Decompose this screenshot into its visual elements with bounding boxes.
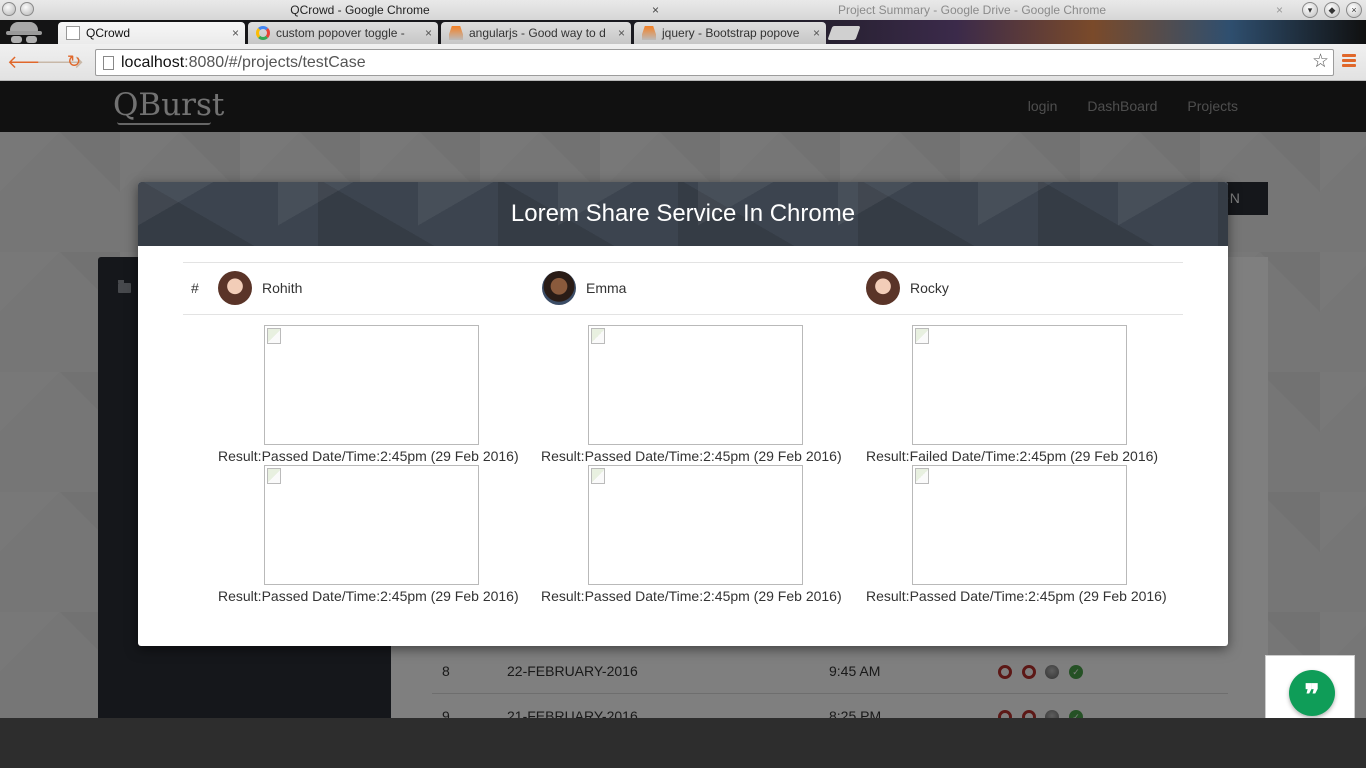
user-name: Rocky xyxy=(910,280,949,296)
user-name: Emma xyxy=(586,280,627,296)
page-icon xyxy=(66,26,80,40)
female-avatar xyxy=(218,271,252,305)
tab-label: custom popover toggle - xyxy=(276,26,405,40)
modal-title: Lorem Share Service In Chrome xyxy=(510,200,856,227)
tab-label: QCrowd xyxy=(86,26,131,40)
page-icon xyxy=(103,56,114,70)
window-app-buttons xyxy=(0,2,34,16)
maximize-icon[interactable]: ◆ xyxy=(1324,2,1340,18)
female-avatar xyxy=(866,271,900,305)
url-text[interactable]: localhost:8080/#/projects/testCase xyxy=(121,50,366,75)
screenshot-image[interactable] xyxy=(264,465,479,585)
google-icon xyxy=(256,26,270,40)
broken-image-icon xyxy=(267,468,281,484)
tab-label: jquery - Bootstrap popove xyxy=(662,26,800,40)
result-caption: Result:Passed Date/Time:2:45pm (29 Feb 2… xyxy=(218,448,519,464)
result-caption: Result:Failed Date/Time:2:45pm (29 Feb 2… xyxy=(866,448,1159,464)
new-tab-button[interactable] xyxy=(827,26,861,40)
reload-icon[interactable]: ↻ xyxy=(64,53,84,73)
incognito-icon xyxy=(6,22,42,44)
bookmark-star-icon[interactable]: ☆ xyxy=(1312,51,1329,73)
window-titlebar: QCrowd - Google Chrome × Project Summary… xyxy=(0,0,1366,20)
result-caption: Result:Passed Date/Time:2:45pm (29 Feb 2… xyxy=(541,588,842,604)
forward-arrow-icon[interactable]: 🡒 xyxy=(36,53,84,73)
user-name: Rohith xyxy=(262,280,303,296)
tab-close-icon[interactable]: × xyxy=(618,22,625,44)
stackoverflow-icon xyxy=(449,26,463,40)
url-path: :8080/#/projects/testCase xyxy=(184,54,366,71)
tab-qcrowd[interactable]: QCrowd × xyxy=(58,22,245,44)
url-host: localhost xyxy=(121,54,185,71)
hangouts-quote-icon[interactable]: ❞ xyxy=(1289,670,1335,716)
tab-label: angularjs - Good way to d xyxy=(469,26,606,40)
chrome-menu-icon[interactable] xyxy=(1342,54,1358,70)
broken-image-icon xyxy=(915,468,929,484)
window-controls: ▾ ◆ × xyxy=(1302,2,1362,18)
result-caption: Result:Passed Date/Time:2:45pm (29 Feb 2… xyxy=(218,588,519,604)
broken-image-icon xyxy=(915,328,929,344)
chrome-app-icon[interactable] xyxy=(2,2,16,16)
close-window-icon[interactable]: × xyxy=(1346,2,1362,18)
tab-angularjs[interactable]: angularjs - Good way to d × xyxy=(441,22,631,44)
screenshot-image[interactable] xyxy=(588,465,803,585)
screenshot-image[interactable] xyxy=(588,325,803,445)
male-avatar xyxy=(542,271,576,305)
screenshot-image[interactable] xyxy=(912,325,1127,445)
screenshot-image[interactable] xyxy=(264,325,479,445)
broken-image-icon xyxy=(267,328,281,344)
stackoverflow-icon xyxy=(642,26,656,40)
share-service-modal: Lorem Share Service In Chrome # Rohith E… xyxy=(138,182,1228,646)
active-window-close-icon[interactable]: × xyxy=(652,0,659,20)
back-arrow-icon[interactable]: 🡐 xyxy=(7,53,55,73)
broken-image-icon xyxy=(591,468,605,484)
other-window-title: Project Summary - Google Drive - Google … xyxy=(837,3,1107,17)
modal-header: Lorem Share Service In Chrome xyxy=(138,182,1228,246)
address-bar[interactable]: localhost:8080/#/projects/testCase ☆ xyxy=(95,49,1334,76)
tab-jquery-bootstrap[interactable]: jquery - Bootstrap popove × xyxy=(634,22,826,44)
minimize-icon[interactable]: ▾ xyxy=(1302,2,1318,18)
other-window-close-icon[interactable]: × xyxy=(1276,0,1283,20)
active-window-title: QCrowd - Google Chrome xyxy=(290,3,430,17)
desktop-taskbar xyxy=(0,718,1366,768)
screenshot-image[interactable] xyxy=(912,465,1127,585)
tab-close-icon[interactable]: × xyxy=(425,22,432,44)
result-caption: Result:Passed Date/Time:2:45pm (29 Feb 2… xyxy=(866,588,1167,604)
results-table-header: # Rohith Emma Rocky xyxy=(183,262,1183,315)
broken-image-icon xyxy=(591,328,605,344)
row-number-header: # xyxy=(191,280,199,296)
result-caption: Result:Passed Date/Time:2:45pm (29 Feb 2… xyxy=(541,448,842,464)
tab-close-icon[interactable]: × xyxy=(813,22,820,44)
tab-custom-popover[interactable]: custom popover toggle - × xyxy=(248,22,438,44)
window-menu-icon[interactable] xyxy=(20,2,34,16)
tab-close-icon[interactable]: × xyxy=(232,22,239,44)
